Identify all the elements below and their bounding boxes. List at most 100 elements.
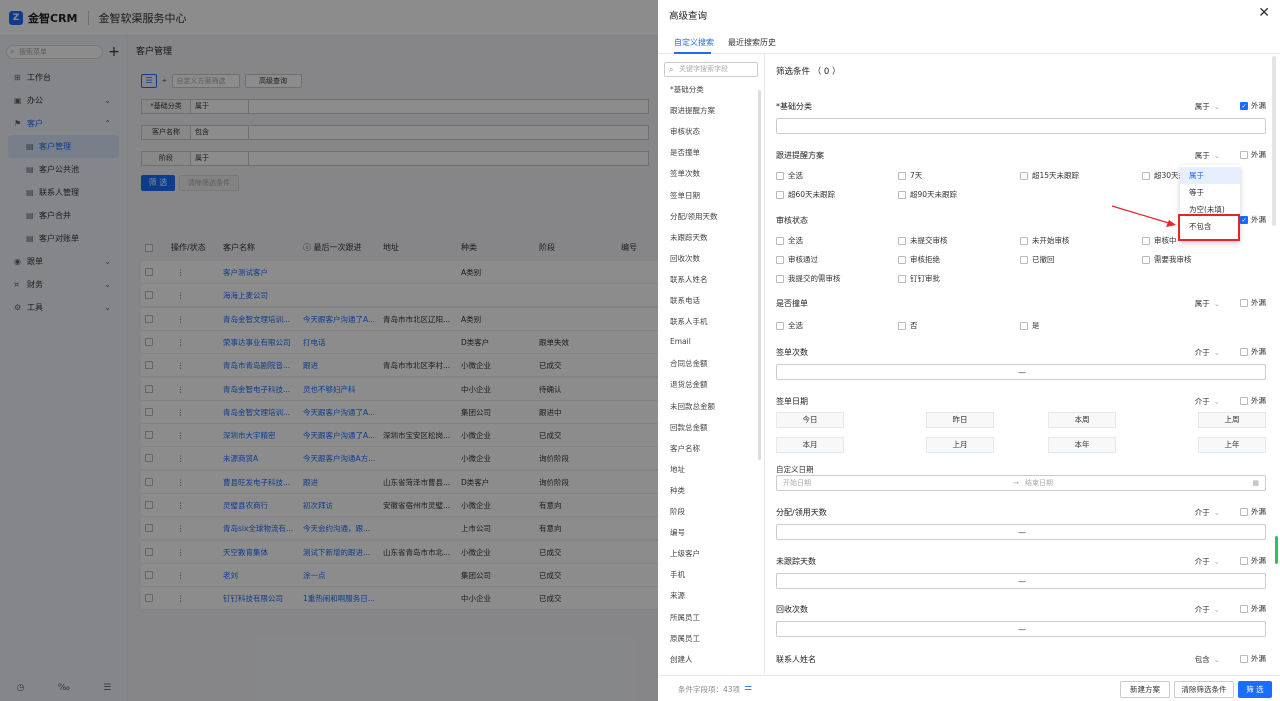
checkbox-option[interactable]: 审核拒绝 bbox=[898, 254, 940, 265]
quick-date-button[interactable]: 本周 bbox=[1048, 412, 1116, 428]
checkbox-option[interactable]: 未提交审核 bbox=[898, 235, 948, 246]
checkbox-option[interactable]: 是 bbox=[1020, 320, 1040, 331]
checkbox-option[interactable]: 我提交的需审核 bbox=[776, 273, 841, 284]
settings-sliders-icon[interactable]: ⚌ bbox=[744, 683, 752, 693]
new-scheme-button[interactable]: 新建方案 bbox=[1120, 681, 1170, 698]
panel-filter-button[interactable]: 筛 选 bbox=[1238, 681, 1272, 698]
option-checkbox[interactable] bbox=[1142, 255, 1150, 264]
field-list-item[interactable]: 跟进提醒方案 bbox=[670, 105, 715, 116]
quick-date-button[interactable]: 今日 bbox=[776, 412, 844, 428]
option-checkbox[interactable] bbox=[776, 255, 784, 264]
expose-toggle[interactable]: 外漏 bbox=[1240, 653, 1266, 664]
field-list-item[interactable]: 退货总金额 bbox=[670, 379, 708, 390]
custom-date-range[interactable]: 开始日期 → 结束日期 ▦ bbox=[776, 475, 1266, 491]
field-list-item[interactable]: 原属员工 bbox=[670, 633, 700, 644]
checkbox-option[interactable]: 已撤回 bbox=[1020, 254, 1055, 265]
checkbox-option[interactable]: 7天 bbox=[898, 170, 922, 181]
field-list-item[interactable]: Email bbox=[670, 337, 691, 346]
quick-date-button[interactable]: 本月 bbox=[776, 437, 844, 453]
quick-date-button[interactable]: 上周 bbox=[1198, 412, 1266, 428]
option-checkbox[interactable] bbox=[898, 255, 906, 264]
close-icon[interactable]: ✕ bbox=[1258, 5, 1270, 21]
field-list-item[interactable]: 分配/领用天数 bbox=[670, 211, 718, 222]
alloc-days-range-input[interactable]: — bbox=[776, 524, 1266, 540]
expose-checkbox[interactable] bbox=[1240, 150, 1248, 159]
expose-checkbox[interactable]: ✓ bbox=[1240, 215, 1248, 224]
quick-date-button[interactable]: 本年 bbox=[1048, 437, 1116, 453]
dropdown-option[interactable]: 等于 bbox=[1180, 184, 1240, 201]
option-checkbox[interactable] bbox=[898, 171, 906, 180]
expose-checkbox[interactable] bbox=[1240, 654, 1248, 663]
field-list-item[interactable]: *基础分类 bbox=[670, 84, 704, 95]
field-list-item[interactable]: 联系人手机 bbox=[670, 316, 708, 327]
field-list-item[interactable]: 回款总金额 bbox=[670, 422, 708, 433]
field-list-item[interactable]: 创建人 bbox=[670, 654, 693, 665]
option-checkbox[interactable] bbox=[1020, 171, 1028, 180]
option-checkbox[interactable] bbox=[776, 190, 784, 199]
sign-count-range-input[interactable]: — bbox=[776, 364, 1266, 380]
field-list-item[interactable]: 签单次数 bbox=[670, 168, 700, 179]
option-checkbox[interactable] bbox=[1020, 255, 1028, 264]
operator-select[interactable]: 包含 ⌄ bbox=[1195, 654, 1220, 665]
operator-select[interactable]: 介于 ⌄ bbox=[1195, 347, 1220, 358]
checkbox-option[interactable]: 超15天未跟踪 bbox=[1020, 170, 1079, 181]
expose-checkbox[interactable]: ✓ bbox=[1240, 101, 1248, 110]
checkbox-option[interactable]: 否 bbox=[898, 320, 918, 331]
operator-select[interactable]: 属于 ⌄ bbox=[1195, 101, 1220, 112]
base-category-select[interactable] bbox=[776, 118, 1266, 134]
field-list-item[interactable]: 地址 bbox=[670, 464, 685, 475]
tab-recent-history[interactable]: 最近搜索历史 bbox=[728, 37, 776, 48]
expose-toggle[interactable]: 外漏 bbox=[1240, 149, 1266, 160]
field-list-item[interactable]: 联系人姓名 bbox=[670, 274, 708, 285]
untracked-days-range-input[interactable]: — bbox=[776, 573, 1266, 589]
field-list-scrollbar[interactable] bbox=[758, 90, 761, 460]
option-checkbox[interactable] bbox=[1142, 236, 1150, 245]
expose-toggle[interactable]: 外漏 bbox=[1240, 395, 1266, 406]
checkbox-option[interactable]: 超90天未跟踪 bbox=[898, 189, 957, 200]
field-list-item[interactable]: 客户名称 bbox=[670, 443, 700, 454]
expose-checkbox[interactable] bbox=[1240, 556, 1248, 565]
checkbox-option[interactable]: 审核中 bbox=[1142, 235, 1177, 246]
option-checkbox[interactable] bbox=[898, 321, 906, 330]
expose-toggle[interactable]: ✓ 外漏 bbox=[1240, 214, 1266, 225]
expose-toggle[interactable]: 外漏 bbox=[1240, 603, 1266, 614]
operator-select[interactable]: 介于 ⌄ bbox=[1195, 604, 1220, 615]
modal-overlay[interactable] bbox=[0, 0, 658, 701]
option-checkbox[interactable] bbox=[898, 236, 906, 245]
checkbox-option[interactable]: 超60天未跟踪 bbox=[776, 189, 835, 200]
checkbox-option[interactable]: 审核通过 bbox=[776, 254, 818, 265]
operator-select[interactable]: 介于 ⌄ bbox=[1195, 507, 1220, 518]
dropdown-option[interactable]: 属于 bbox=[1180, 167, 1240, 184]
option-checkbox[interactable] bbox=[1142, 171, 1150, 180]
checkbox-option[interactable]: 未开始审核 bbox=[1020, 235, 1070, 246]
field-list-item[interactable]: 种类 bbox=[670, 485, 685, 496]
field-list-item[interactable]: 联系电话 bbox=[670, 295, 700, 306]
checkbox-option[interactable]: 全选 bbox=[776, 235, 803, 246]
expose-toggle[interactable]: 外漏 bbox=[1240, 555, 1266, 566]
field-list-item[interactable]: 上级客户 bbox=[670, 548, 700, 559]
option-checkbox[interactable] bbox=[1020, 321, 1028, 330]
option-checkbox[interactable] bbox=[1020, 236, 1028, 245]
option-checkbox[interactable] bbox=[898, 190, 906, 199]
calendar-icon[interactable]: ▦ bbox=[1252, 476, 1259, 490]
field-list-item[interactable]: 编号 bbox=[670, 527, 685, 538]
expose-toggle[interactable]: 外漏 bbox=[1240, 506, 1266, 517]
field-list-item[interactable]: 阶段 bbox=[670, 506, 685, 517]
operator-select[interactable]: 属于 ⌄ bbox=[1195, 298, 1220, 309]
checkbox-option[interactable]: 全选 bbox=[776, 320, 803, 331]
option-checkbox[interactable] bbox=[776, 274, 784, 283]
option-checkbox[interactable] bbox=[898, 274, 906, 283]
field-list-item[interactable]: 合同总金额 bbox=[670, 358, 708, 369]
field-list-item[interactable]: 来源 bbox=[670, 590, 685, 601]
expose-checkbox[interactable] bbox=[1240, 507, 1248, 516]
operator-select[interactable]: 介于 ⌄ bbox=[1195, 396, 1220, 407]
expose-toggle[interactable]: 外漏 bbox=[1240, 297, 1266, 308]
expose-checkbox[interactable] bbox=[1240, 604, 1248, 613]
option-checkbox[interactable] bbox=[776, 236, 784, 245]
quick-date-button[interactable]: 昨日 bbox=[926, 412, 994, 428]
field-list-item[interactable]: 未回款总金额 bbox=[670, 401, 715, 412]
field-list-item[interactable]: 未跟踪天数 bbox=[670, 232, 708, 243]
tab-custom-search[interactable]: 自定义搜索 bbox=[674, 37, 714, 48]
conditions-scrollbar[interactable] bbox=[1272, 56, 1276, 226]
quick-date-button[interactable]: 上年 bbox=[1198, 437, 1266, 453]
